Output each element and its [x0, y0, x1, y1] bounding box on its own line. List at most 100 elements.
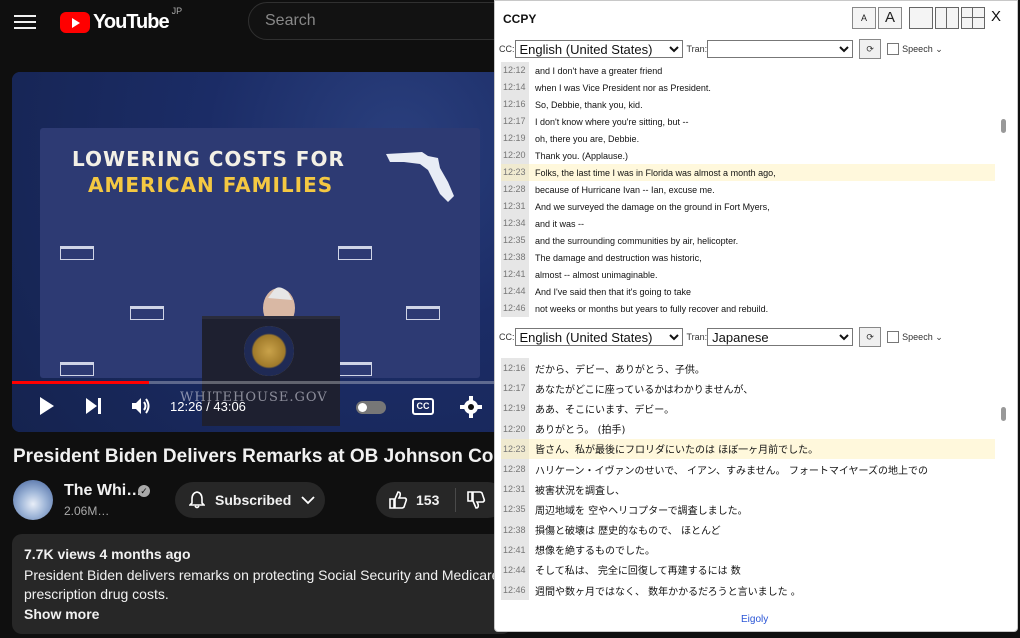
hamburger-menu-icon[interactable] — [14, 12, 36, 30]
close-button[interactable]: X — [991, 8, 1001, 25]
layout-single-icon[interactable] — [909, 7, 933, 29]
english-pane-scrollbar[interactable] — [1001, 119, 1006, 133]
japanese-caption-timestamp[interactable]: 12:31 — [501, 479, 529, 500]
japanese-caption-line[interactable]: 12:19 ああ、そこにいます、デビー。 — [501, 398, 995, 419]
japanese-caption-timestamp[interactable]: 12:44 — [501, 559, 529, 581]
settings-gear-icon[interactable] — [460, 396, 482, 418]
youtube-logo[interactable]: YouTube JP — [60, 6, 182, 34]
japanese-caption-line[interactable]: 12:16 だから、デビー、ありがとう、子供。 — [501, 358, 995, 379]
english-caption-pane[interactable]: 12:12 and I don't have a greater friend 12… — [501, 62, 995, 317]
japanese-caption-text: 想像を絶するものでした。 — [535, 546, 655, 558]
layout-split-vertical-icon[interactable] — [935, 7, 959, 29]
english-caption-line[interactable]: 12:16 So, Debbie, thank you, kid. — [501, 96, 995, 113]
english-caption-line[interactable]: 12:28 because of Hurricane Ivan -- Ian, e… — [501, 181, 995, 198]
description-box[interactable]: 7.7K views 4 months ago President Biden … — [12, 534, 512, 634]
english-caption-timestamp[interactable]: 12:41 — [501, 266, 529, 283]
japanese-caption-timestamp[interactable]: 12:17 — [501, 378, 529, 399]
bottom-speech-label[interactable]: Speech ⌄ — [902, 332, 943, 343]
subtitles-button[interactable]: CC — [412, 398, 434, 415]
english-caption-line[interactable]: 12:34 and it was -- — [501, 215, 995, 232]
like-divider — [455, 488, 457, 512]
japanese-caption-timestamp[interactable]: 12:28 — [501, 458, 529, 480]
search-input[interactable] — [249, 3, 507, 39]
english-caption-timestamp[interactable]: 12:34 — [501, 215, 529, 232]
channel-name[interactable]: The Whi… — [64, 482, 142, 500]
top-caption-controls: CC: English (United States) Tran: ⟳ Spee… — [499, 39, 943, 59]
english-caption-timestamp[interactable]: 12:16 — [501, 96, 529, 113]
layout-split-horizontal-icon[interactable] — [961, 7, 985, 29]
top-source-language-select[interactable]: English (United States) — [514, 40, 683, 58]
english-caption-timestamp[interactable]: 12:38 — [501, 249, 529, 266]
channel-avatar[interactable] — [13, 480, 53, 520]
japanese-caption-text: あなたがどこに座っているかはわかりませんが、 — [535, 384, 754, 396]
english-caption-line[interactable]: 12:46 not weeks or months but years to fu… — [501, 300, 995, 317]
top-speech-checkbox[interactable] — [887, 43, 900, 55]
japanese-caption-timestamp[interactable]: 12:35 — [501, 499, 529, 520]
english-caption-timestamp[interactable]: 12:31 — [501, 198, 529, 215]
japanese-caption-timestamp[interactable]: 12:20 — [501, 418, 529, 439]
japanese-pane-scrollbar[interactable] — [1001, 407, 1006, 421]
japanese-caption-timestamp[interactable]: 12:16 — [501, 358, 529, 379]
english-caption-timestamp[interactable]: 12:44 — [501, 283, 529, 300]
japanese-caption-timestamp[interactable]: 12:46 — [501, 580, 529, 601]
english-caption-line[interactable]: 12:19 oh, there you are, Debbie. — [501, 130, 995, 147]
like-thumb-icon[interactable] — [388, 490, 408, 510]
english-caption-line[interactable]: 12:17 I don't know where you're sitting, … — [501, 113, 995, 130]
english-caption-timestamp[interactable]: 12:28 — [501, 181, 529, 198]
english-caption-line[interactable]: 12:38 The damage and destruction was hist… — [501, 249, 995, 266]
top-speech-label[interactable]: Speech ⌄ — [902, 44, 943, 55]
english-caption-line[interactable]: 12:14 when I was Vice President nor as Pr… — [501, 79, 995, 96]
verified-check-icon: ✓ — [138, 485, 150, 497]
video-player[interactable]: LOWERING COSTS FOR AMERICAN FAMILIES WHI… — [12, 72, 494, 432]
english-caption-line[interactable]: 12:44 And I've said then that it's going … — [501, 283, 995, 300]
japanese-caption-line[interactable]: 12:46 週間や数ヶ月ではなく、 数年かかるだろうと言いました 。 — [501, 580, 995, 601]
bottom-refresh-button[interactable]: ⟳ — [859, 327, 882, 347]
bottom-source-language-select[interactable]: English (United States) — [514, 328, 683, 346]
japanese-caption-line[interactable]: 12:17 あなたがどこに座っているかはわかりませんが、 — [501, 378, 995, 399]
show-more-link[interactable]: Show more — [24, 606, 99, 622]
japanese-caption-timestamp[interactable]: 12:41 — [501, 539, 529, 560]
english-caption-timestamp[interactable]: 12:19 — [501, 130, 529, 147]
japanese-caption-line[interactable]: 12:31 被害状況を調査し、 — [501, 479, 995, 500]
english-caption-timestamp[interactable]: 12:12 — [501, 62, 529, 79]
english-caption-line[interactable]: 12:41 almost -- almost unimaginable. — [501, 266, 995, 283]
bottom-translation-language-select[interactable]: Japanese — [707, 328, 854, 346]
english-caption-timestamp[interactable]: 12:14 — [501, 79, 529, 96]
english-caption-line[interactable]: 12:20 Thank you. (Applause.) — [501, 147, 995, 164]
english-caption-timestamp[interactable]: 12:46 — [501, 300, 529, 317]
bell-icon — [189, 491, 205, 509]
japanese-caption-line[interactable]: 12:44 そして私は、 完全に回復して再建するには 数 — [501, 559, 995, 581]
font-size-increase-button[interactable]: A — [878, 7, 902, 29]
japanese-caption-timestamp[interactable]: 12:38 — [501, 519, 529, 540]
japanese-caption-line[interactable]: 12:41 想像を絶するものでした。 — [501, 539, 995, 560]
subscribed-button[interactable]: Subscribed — [175, 482, 325, 518]
japanese-caption-pane[interactable]: 12:16 だから、デビー、ありがとう、子供。 12:17 あなたがどこに座っているか… — [501, 358, 995, 607]
japanese-caption-line[interactable]: 12:28 ハリケーン・イヴァンのせいで、 イアン、すみません。 フォートマイヤー… — [501, 458, 995, 480]
english-caption-timestamp[interactable]: 12:20 — [501, 147, 529, 164]
english-caption-timestamp[interactable]: 12:35 — [501, 232, 529, 249]
font-size-decrease-button[interactable]: A — [852, 7, 876, 29]
dislike-thumb-icon[interactable] — [466, 490, 486, 510]
autoplay-toggle[interactable] — [356, 401, 386, 414]
english-caption-timestamp[interactable]: 12:23 — [501, 164, 529, 181]
japanese-caption-timestamp[interactable]: 12:23 — [501, 438, 529, 459]
next-video-icon[interactable] — [84, 396, 104, 416]
japanese-caption-timestamp[interactable]: 12:19 — [501, 398, 529, 419]
english-caption-line[interactable]: 12:31 And we surveyed the damage on the g… — [501, 198, 995, 215]
english-caption-line[interactable]: 12:35 and the surrounding communities by … — [501, 232, 995, 249]
volume-icon[interactable] — [130, 396, 152, 416]
japanese-caption-line[interactable]: 12:35 周辺地域を 空やヘリコプターで調査しました。 — [501, 499, 995, 520]
top-translation-language-select[interactable] — [707, 40, 854, 58]
bottom-speech-checkbox[interactable] — [887, 331, 900, 343]
english-caption-timestamp[interactable]: 12:17 — [501, 113, 529, 130]
video-title: President Biden Delivers Remarks at OB J… — [13, 446, 498, 467]
video-progress-bar[interactable] — [12, 381, 494, 384]
japanese-caption-line[interactable]: 12:23 皆さん、私が最後にフロリダにいたのは ほぼ一ヶ月前でした。 — [501, 438, 995, 459]
english-caption-line[interactable]: 12:23 Folks, the last time I was in Flori… — [501, 164, 995, 181]
play-icon[interactable] — [38, 396, 56, 416]
eigoly-footer-link[interactable]: Eigoly — [741, 614, 768, 625]
top-refresh-button[interactable]: ⟳ — [859, 39, 882, 59]
japanese-caption-line[interactable]: 12:38 損傷と破壊は 歴史的なもので、 ほとんど — [501, 519, 995, 540]
japanese-caption-line[interactable]: 12:20 ありがとう。 (拍手) — [501, 418, 995, 439]
english-caption-line[interactable]: 12:12 and I don't have a greater friend — [501, 62, 995, 79]
